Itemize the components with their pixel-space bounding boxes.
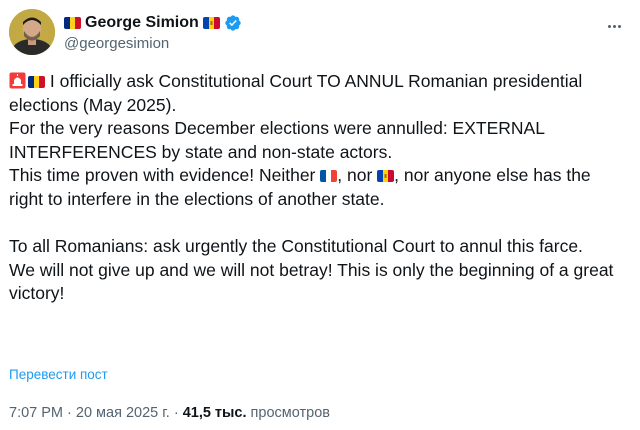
tweet-paragraph-5: We will not give up and we will not betr… — [9, 259, 614, 304]
translate-post-link[interactable]: Перевести пост — [9, 367, 108, 382]
tweet-paragraph: I officially ask Constitutional Court TO… — [9, 70, 629, 117]
moldova-flag-icon — [202, 17, 220, 29]
tweet-paragraph-1: I officially ask Constitutional Court TO… — [9, 71, 583, 115]
tweet-text: I officially ask Constitutional Court TO… — [9, 70, 629, 306]
tweet-paragraph-3b: , nor — [337, 165, 378, 186]
romania-flag-icon — [28, 76, 45, 88]
tweet-paragraph-3a: This time proven with evidence! Neither — [9, 165, 321, 186]
more-options-icon[interactable] — [602, 14, 626, 38]
moldova-flag-icon — [377, 170, 395, 183]
avatar[interactable] — [9, 9, 55, 55]
romania-flag-icon — [64, 17, 81, 29]
tweet-paragraph: This time proven with evidence! Neither … — [9, 164, 629, 211]
tweet-paragraph-2: For the very reasons December elections … — [9, 118, 545, 162]
tweet-paragraph-4: To all Romanians: ask urgently the Const… — [9, 236, 583, 257]
views-count: 41,5 тыс. — [182, 405, 247, 421]
author-name-row[interactable]: George Simion — [64, 12, 242, 34]
tweet-meta: 7:07 PM · 20 мая 2025 г. · 41,5 тыс. про… — [9, 405, 330, 421]
tweet-card: George Simion @georgesimion I officially… — [0, 0, 640, 430]
france-flag-icon — [320, 170, 338, 183]
author-handle[interactable]: @georgesimion — [64, 35, 169, 52]
siren-icon — [9, 72, 26, 89]
views-label: просмотров — [246, 405, 330, 421]
post-timestamp[interactable]: 7:07 PM · 20 мая 2025 г. · — [9, 405, 183, 421]
verified-badge-icon — [224, 14, 242, 32]
author-name[interactable]: George Simion — [85, 14, 199, 32]
